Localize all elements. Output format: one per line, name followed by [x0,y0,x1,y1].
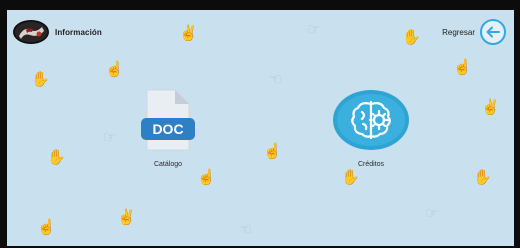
hand-doodle-icon: ✋ [47,149,66,166]
hand-doodle-icon: ✋ [473,169,492,186]
background-pattern: ✋ ☝ ✌ ☞ ✋ ☝ ☜ ✌ ☞ ✋ ☝ ✋ ☝ ✌ ☜ ✋ ☞ ☝ [7,10,514,246]
page-title: Información [55,27,102,37]
hand-doodle-icon: ✌ [117,209,136,226]
hand-doodle-icon: ✌ [179,25,198,42]
hand-doodle-icon: ☜ [239,221,253,238]
header-info: Información [13,20,102,44]
hand-doodle-icon: ✋ [31,71,50,88]
hand-doodle-icon: ☜ [269,71,283,88]
credits-label[interactable]: Créditos [358,161,384,168]
catalog-label[interactable]: Catálogo [154,161,182,168]
hand-doodle-icon: ☝ [37,219,56,236]
doc-file-icon[interactable]: DOC [135,88,201,152]
hand-doodle-icon: ☞ [103,129,117,146]
hand-doodle-icon: ✋ [341,169,360,186]
app-screen: ✋ ☝ ✌ ☞ ✋ ☝ ☜ ✌ ☞ ✋ ☝ ✋ ☝ ✌ ☜ ✋ ☞ ☝ Info… [7,10,514,246]
hand-doodle-icon: ✋ [402,29,421,46]
arrow-left-icon [486,26,500,38]
hand-doodle-icon: ✌ [481,99,500,116]
hand-doodle-icon: ☝ [105,61,124,78]
gear-brain-icon[interactable] [331,88,411,152]
hand-doodle-icon: ☞ [425,205,439,222]
back-control[interactable]: Regresar [442,19,506,45]
catalog-tile[interactable]: DOC Catálogo [135,88,201,168]
doc-badge-text: DOC [152,121,183,137]
back-label[interactable]: Regresar [442,28,475,37]
hand-doodle-icon: ☝ [453,59,472,76]
hand-doodle-icon: ☞ [307,21,321,38]
credits-tile[interactable]: Créditos [331,88,411,168]
hand-doodle-icon: ☝ [197,169,216,186]
back-button[interactable] [480,19,506,45]
hand-doodle-icon: ☝ [263,143,282,160]
avatar [13,20,49,44]
